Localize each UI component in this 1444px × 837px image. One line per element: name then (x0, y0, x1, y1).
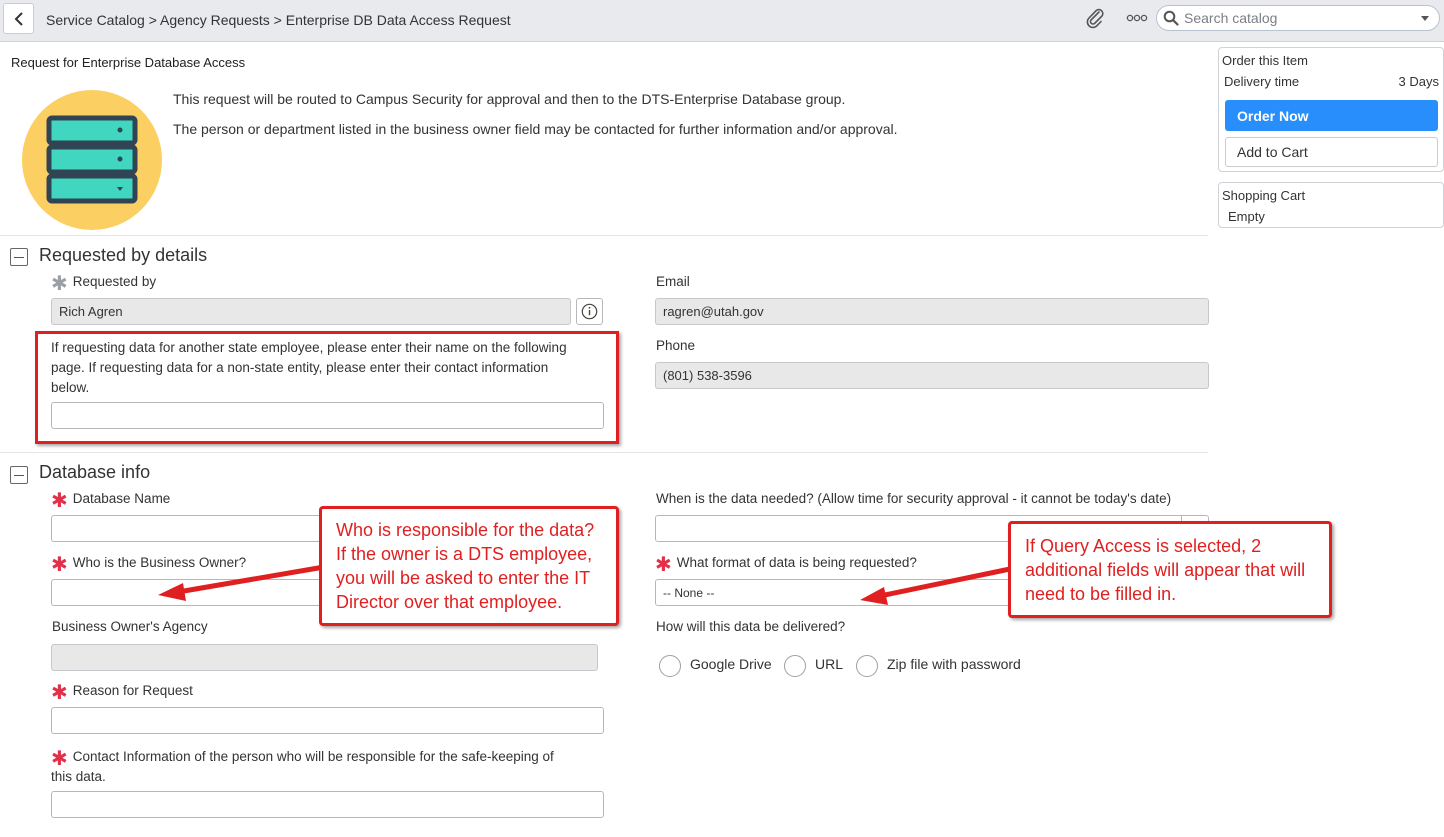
database-name-label-text: Database Name (72, 491, 171, 506)
radio-label-google-drive: Google Drive (690, 656, 772, 672)
phone-field[interactable]: (801) 538-3596 (655, 362, 1209, 389)
dropdown-caret-icon[interactable] (1421, 16, 1429, 21)
contact-label: ✱ Contact Information of the person who w… (51, 747, 554, 787)
radio-label-url: URL (815, 656, 844, 672)
paperclip-icon[interactable] (1084, 7, 1106, 29)
chevron-left-icon (14, 11, 23, 26)
divider (0, 452, 1208, 453)
phone-label: Phone (656, 338, 696, 353)
order-panel-title: Order this Item (1222, 53, 1308, 68)
back-button[interactable] (3, 3, 34, 34)
requested-by-label-text: Requested by (72, 274, 157, 289)
email-value: ragren@utah.gov (663, 304, 764, 319)
mandatory-asterisk-icon: ✱ (51, 554, 68, 576)
request-title: Request for Enterprise Database Access (11, 55, 246, 70)
breadcrumb-separator: > (273, 12, 282, 28)
contact-label-line: Contact Information of the person who wi… (72, 749, 554, 764)
divider (0, 235, 1208, 236)
breadcrumb-item-service-catalog[interactable]: Service Catalog (46, 12, 145, 28)
section-title-database-info: Database info (39, 462, 151, 482)
delivery-time-value: 3 Days (1398, 74, 1439, 89)
callout-line: Who is responsible for the data? (336, 520, 595, 540)
format-select-value: -- None -- (663, 586, 715, 600)
reason-input[interactable] (51, 707, 604, 734)
email-field[interactable]: ragren@utah.gov (655, 298, 1209, 325)
request-intro: This request will be routed to Campus Se… (173, 91, 898, 137)
reason-label-text: Reason for Request (72, 683, 193, 698)
callout-line: If the owner is a DTS employee, (336, 544, 593, 564)
order-now-button[interactable]: Order Now (1225, 100, 1438, 131)
section-title-requested-by: Requested by details (39, 245, 208, 265)
requested-by-value: Rich Agren (59, 304, 123, 319)
collapse-icon[interactable] (10, 248, 28, 266)
mandatory-asterisk-icon: ✱ (51, 490, 68, 512)
search-icon (1163, 10, 1179, 26)
delivery-label: How will this data be delivered? (656, 619, 846, 634)
intro-line: This request will be routed to Campus Se… (173, 91, 846, 107)
shopping-cart-title: Shopping Cart (1222, 188, 1306, 203)
more-icon[interactable] (1126, 14, 1148, 22)
order-panel: Order this Item Delivery time 3 Days Ord… (1218, 47, 1444, 172)
info-button[interactable] (576, 298, 603, 325)
intro-line: The person or department listed in the b… (173, 121, 898, 137)
callout-line: need to be filled in. (1025, 584, 1177, 604)
breadcrumb-item-current: Enterprise DB Data Access Request (285, 12, 511, 28)
annotation-business-owner: Who is responsible for the data? If the … (319, 506, 619, 626)
contact-label-line: this data. (51, 769, 106, 784)
add-to-cart-button[interactable]: Add to Cart (1225, 137, 1438, 167)
callout-line: Director over that employee. (336, 592, 563, 612)
callout-line: additional fields will appear that will (1025, 560, 1306, 580)
collapse-icon[interactable] (10, 466, 28, 484)
breadcrumb: Service Catalog > Agency Requests > Ente… (46, 12, 511, 28)
shopping-cart-panel: Shopping Cart Empty (1218, 182, 1444, 228)
reason-label: ✱ Reason for Request (51, 683, 193, 703)
mandatory-asterisk-icon: ✱ (51, 682, 68, 704)
requested-by-field[interactable]: Rich Agren (51, 298, 571, 325)
radio-label-zip-file: Zip file with password (887, 656, 1021, 672)
contact-input[interactable] (51, 791, 604, 818)
callout-line: you will be asked to enter the IT (336, 568, 591, 588)
mandatory-asterisk-icon: ✱ (655, 554, 672, 576)
phone-value: (801) 538-3596 (663, 368, 752, 383)
callout-line: If Query Access is selected, 2 (1025, 536, 1262, 556)
mandatory-asterisk-icon: ✱ (51, 748, 68, 770)
owner-agency-field[interactable] (51, 644, 598, 671)
database-server-icon (22, 90, 162, 230)
radio-zip-file[interactable] (856, 655, 878, 677)
requested-by-label: ✱ Requested by (51, 274, 157, 294)
annotation-highlight-box (35, 331, 619, 444)
format-label: ✱ What format of data is being requested? (655, 555, 917, 575)
info-icon (581, 303, 598, 320)
owner-agency-label: Business Owner's Agency (52, 619, 208, 634)
business-owner-label: ✱ Who is the Business Owner? (51, 555, 247, 575)
search-placeholder: Search catalog (1184, 10, 1278, 26)
delivery-time-label: Delivery time (1224, 74, 1300, 89)
search-catalog-input[interactable]: Search catalog (1156, 5, 1440, 31)
radio-url[interactable] (784, 655, 806, 677)
shopping-cart-status: Empty (1228, 209, 1265, 224)
header-bar: Service Catalog > Agency Requests > Ente… (0, 0, 1444, 42)
radio-google-drive[interactable] (659, 655, 681, 677)
business-owner-label-text: Who is the Business Owner? (72, 555, 247, 570)
annotation-query-access: If Query Access is selected, 2 additiona… (1008, 521, 1332, 618)
format-label-text: What format of data is being requested? (676, 555, 917, 570)
email-label: Email (656, 274, 690, 289)
mandatory-asterisk-icon: ✱ (51, 273, 68, 295)
database-name-label: ✱ Database Name (51, 491, 171, 511)
breadcrumb-item-agency-requests[interactable]: Agency Requests (160, 12, 270, 28)
when-needed-label: When is the data needed? (Allow time for… (656, 491, 1172, 506)
breadcrumb-separator: > (148, 12, 157, 28)
